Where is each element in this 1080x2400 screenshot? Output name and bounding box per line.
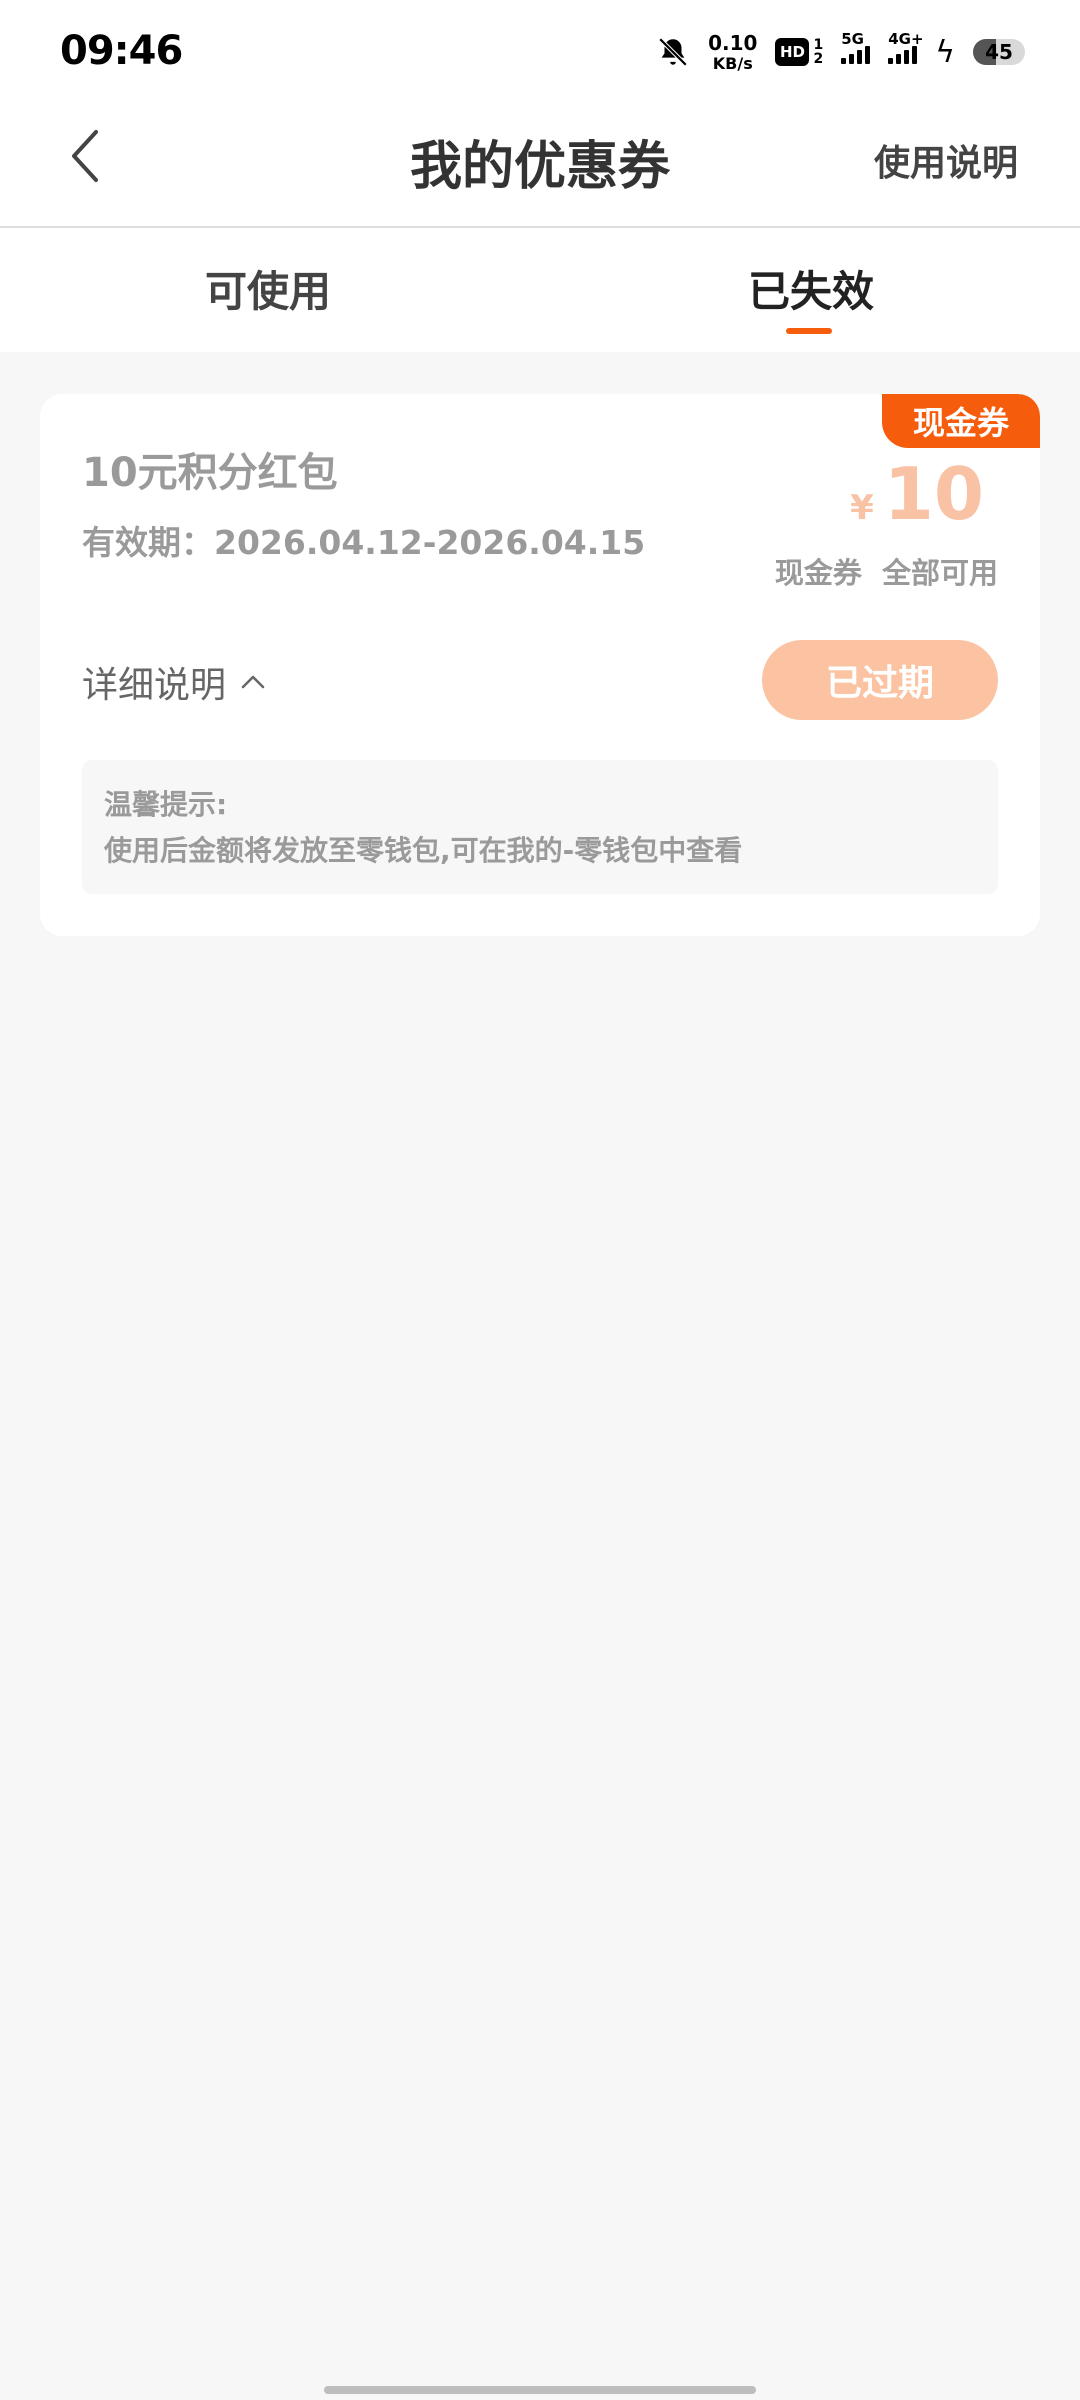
coupon-amount: ¥ 10 [850, 458, 984, 530]
coupon-validity: 有效期：2026.04.12-2026.04.15 [82, 523, 646, 562]
signal-5g-label: 5G [841, 30, 864, 48]
coupon-scope: 现金券 全部可用 [774, 556, 998, 590]
coupon-card: 现金券 10元积分红包 有效期：2026.04.12-2026.04.15 ¥ … [40, 394, 1040, 936]
amount-value: 10 [883, 452, 984, 536]
charging-icon: ϟ [935, 34, 955, 70]
coupon-tabs: 可使用 已失效 [0, 228, 1080, 352]
signal-4g-label: 4G+ [888, 30, 924, 48]
battery-icon: 45 [973, 39, 1025, 65]
hd-sub-bottom: 2 [813, 51, 824, 67]
usage-instructions-link[interactable]: 使用说明 [874, 134, 1018, 186]
tips-box: 温馨提示: 使用后金额将发放至零钱包,可在我的-零钱包中查看 [82, 760, 998, 894]
signal-4g-icon: 4G+ [888, 30, 924, 64]
currency-symbol: ¥ [850, 488, 874, 528]
hd-sub-top: 1 [813, 37, 824, 53]
app-header: 我的优惠券 使用说明 [0, 100, 1080, 228]
battery-level: 45 [985, 40, 1013, 64]
tips-body: 使用后金额将发放至零钱包,可在我的-零钱包中查看 [104, 834, 743, 867]
home-indicator[interactable] [324, 2386, 756, 2394]
hd-icon: HD [775, 38, 810, 66]
status-icons: 0.10 KB/s HD 1 2 5G 4G+ ϟ 45 [656, 30, 1025, 74]
signal-5g-icon: 5G [841, 30, 871, 64]
coupon-name: 10元积分红包 [82, 450, 338, 496]
tab-expired[interactable]: 已失效 [748, 258, 874, 319]
active-tab-indicator [786, 328, 832, 334]
detail-toggle[interactable]: 详细说明 [82, 656, 266, 708]
status-bar: 09:46 0.10 KB/s HD 1 2 5G 4G+ ϟ 45 [0, 0, 1080, 100]
network-speed-unit: KB/s [712, 53, 753, 73]
network-speed: 0.10 KB/s [708, 33, 757, 72]
hd-sub: 1 2 [813, 38, 823, 66]
network-speed-value: 0.10 [708, 30, 758, 55]
expired-status-button: 已过期 [762, 640, 998, 720]
status-time: 09:46 [60, 28, 183, 74]
tips-title: 温馨提示: [104, 788, 228, 821]
bell-off-icon [658, 37, 688, 67]
detail-label: 详细说明 [82, 665, 227, 706]
chevron-up-icon [241, 675, 265, 689]
tab-available[interactable]: 可使用 [205, 258, 331, 319]
coupon-type-badge: 现金券 [882, 394, 1040, 448]
